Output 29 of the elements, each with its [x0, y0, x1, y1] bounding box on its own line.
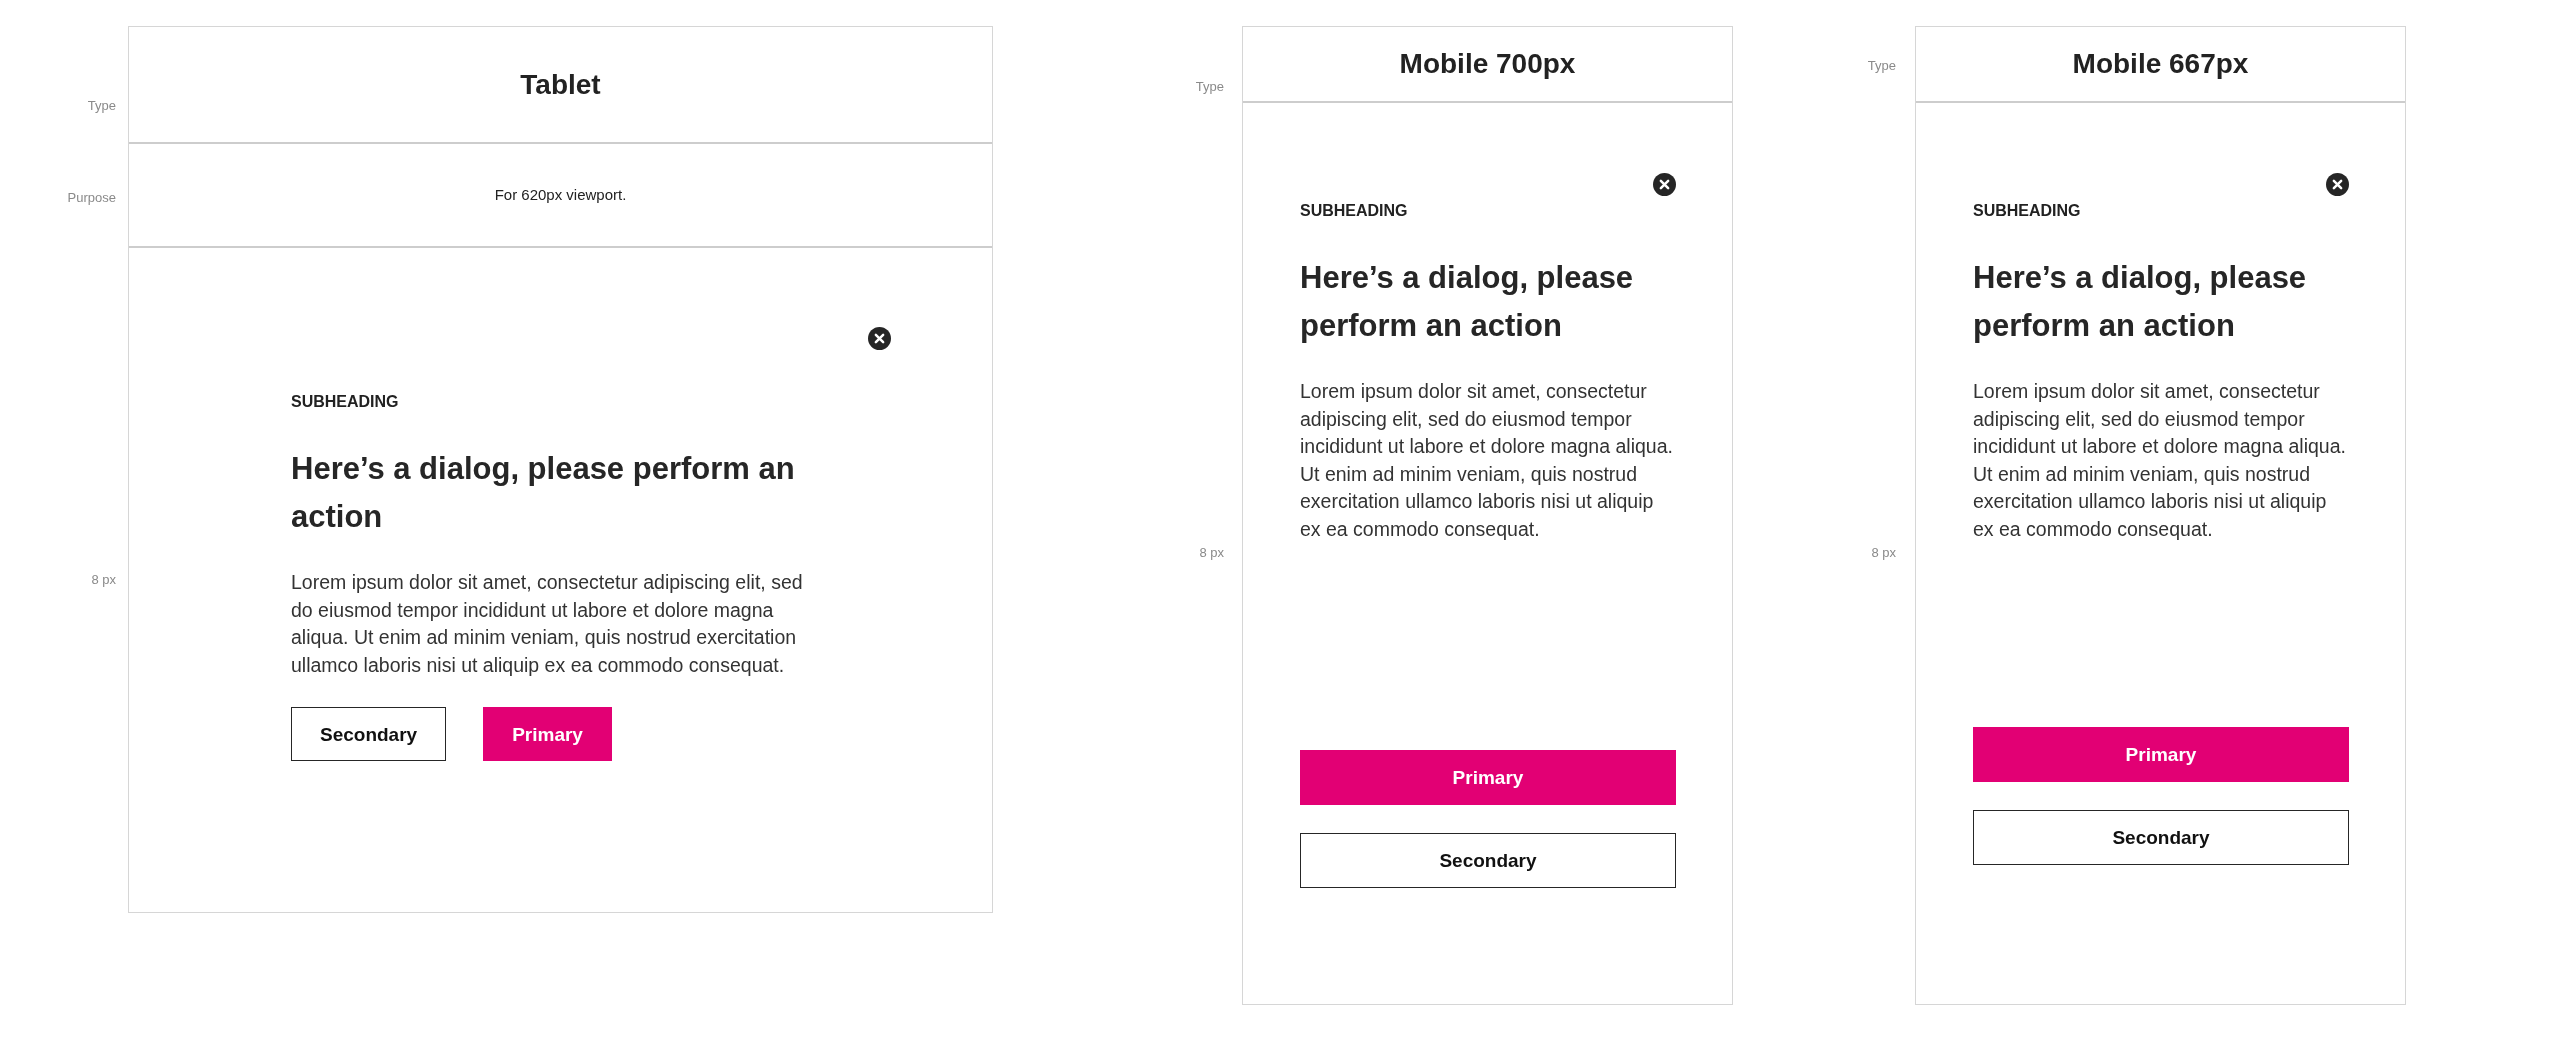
row-label: Purpose — [67, 190, 116, 206]
dialog-heading: Here’s a dialog, please perform an action — [1300, 259, 1635, 345]
primary-button[interactable]: Primary — [483, 707, 612, 761]
row-label: 8 px — [1199, 545, 1224, 561]
row-label: 8 px — [91, 571, 116, 588]
panel-title: Tablet — [520, 67, 601, 102]
row-label: Type — [1867, 58, 1896, 74]
secondary-button[interactable]: Secondary — [291, 707, 447, 761]
dialog-heading: Here’s a dialog, please perform an action — [1973, 259, 2308, 345]
close-icon[interactable] — [868, 327, 891, 350]
panel-title: Mobile 700px — [1399, 47, 1576, 81]
dialog-subheading: SUBHEADING — [1973, 201, 2081, 221]
dialog-subheading: SUBHEADING — [291, 392, 399, 412]
panel-title: Mobile 667px — [2072, 47, 2249, 81]
dialog-subheading: SUBHEADING — [1300, 201, 1408, 221]
primary-button[interactable]: Primary — [1973, 727, 2349, 782]
dialog-body-text: Lorem ipsum dolor sit amet, consectetur adipiscing elit, sed do eiusmod tempor incididunt ut labore et dolore magna aliqua. Ut enim ad minim veniam, quis nostrud exercitation ullamco laboris nisi ut aliquip ex ea commodo consequat. — [1300, 379, 1674, 542]
close-icon[interactable] — [1653, 173, 1676, 196]
dialog-heading: Here’s a dialog, please perform an action — [291, 450, 796, 536]
row-label: Type — [87, 98, 116, 114]
close-icon[interactable] — [2326, 173, 2349, 196]
secondary-button[interactable]: Secondary — [1973, 810, 2349, 865]
dialog-body-text: Lorem ipsum dolor sit amet, consectetur adipiscing elit, sed do eiusmod tempor incididunt ut labore et dolore magna aliqua. Ut enim ad minim veniam, quis nostrud exercitation ullamco laboris nisi ut aliquip ex ea commodo consequat. — [1973, 379, 2347, 542]
dialog-body-text: Lorem ipsum dolor sit amet, consectetur adipiscing elit, sed do eiusmod tempor incididunt ut labore et dolore magna aliqua. Ut enim ad minim veniam, quis nostrud exercitation ullamco laboris nisi ut aliquip ex ea commodo consequat. — [291, 570, 804, 678]
secondary-button[interactable]: Secondary — [1300, 833, 1676, 888]
primary-button[interactable]: Primary — [1300, 750, 1676, 805]
row-label: Type — [1195, 79, 1224, 95]
purpose-text: For 620px viewport. — [494, 185, 627, 205]
row-label: 8 px — [1871, 545, 1896, 561]
